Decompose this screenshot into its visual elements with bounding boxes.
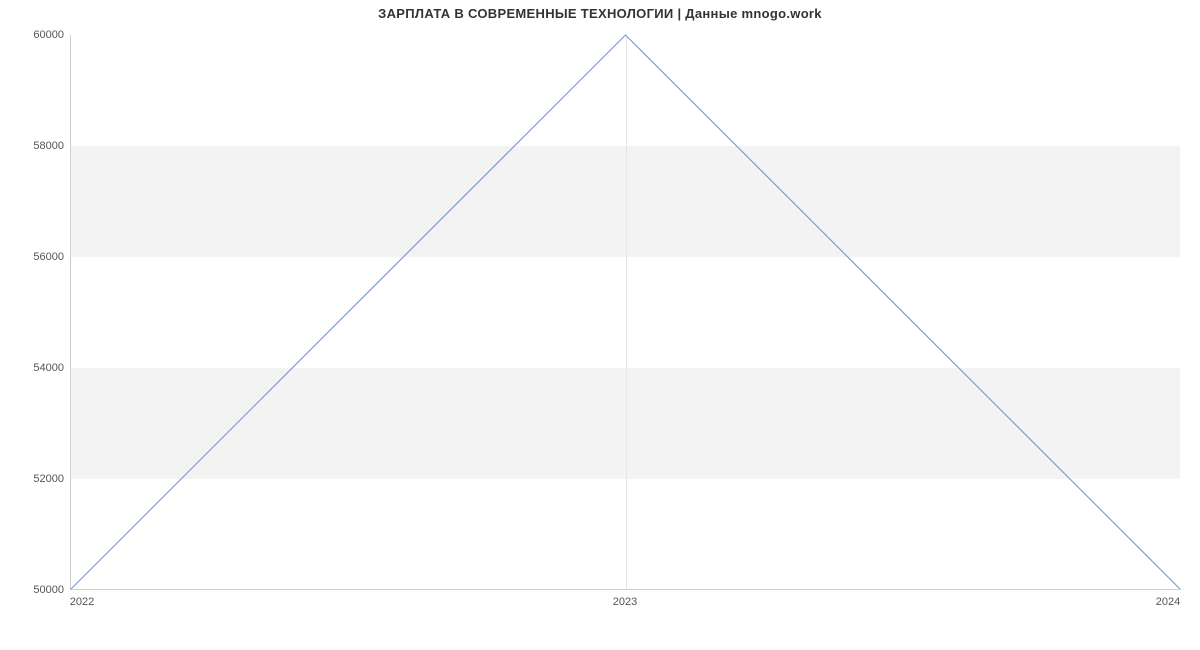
x-tick-label: 2022 (70, 596, 94, 608)
line-series (71, 35, 1180, 589)
y-tick-label: 52000 (33, 473, 64, 485)
y-tick-label: 58000 (33, 140, 64, 152)
salary-line-chart: ЗАРПЛАТА В СОВРЕМЕННЫЕ ТЕХНОЛОГИИ | Данн… (0, 0, 1200, 650)
salary-line (71, 35, 1180, 589)
y-tick-label: 54000 (33, 362, 64, 374)
x-tick-label: 2023 (613, 596, 637, 608)
y-tick-label: 50000 (33, 584, 64, 596)
x-tick-label: 2024 (1156, 596, 1180, 608)
y-tick-label: 56000 (33, 251, 64, 263)
y-tick-label: 60000 (33, 29, 64, 41)
chart-title: ЗАРПЛАТА В СОВРЕМЕННЫЕ ТЕХНОЛОГИИ | Данн… (0, 6, 1200, 21)
plot-area (70, 35, 1180, 590)
